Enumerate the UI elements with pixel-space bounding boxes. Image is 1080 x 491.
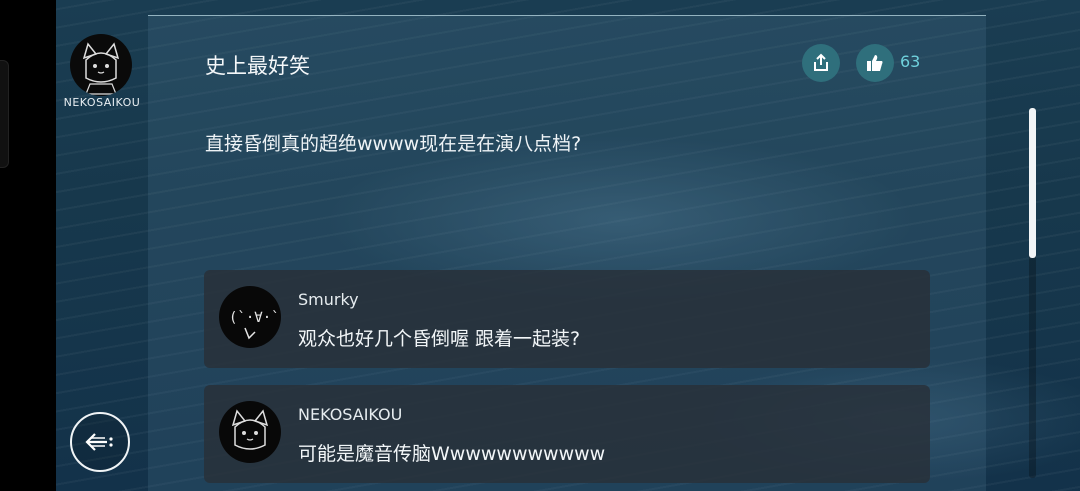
reply-text: 观众也好几个昏倒喔 跟着一起装? [298,328,581,350]
reply-author: NEKOSAIKOU [298,405,403,424]
back-button[interactable] [70,412,130,472]
user-name: NEKOSAIKOU [63,96,141,109]
panel-divider [148,15,986,16]
post-body: 直接昏倒真的超绝wwww现在是在演八点档? [205,133,582,155]
thumbs-up-icon [867,55,883,71]
reply-avatar[interactable]: (`·∀·`) [219,286,281,348]
reply-avatar[interactable] [219,401,281,463]
user-avatar[interactable] [70,34,132,96]
reply-item[interactable]: NEKOSAIKOU 可能是魔音传脑Wwwwwwwwwww [204,385,930,483]
reply-author: Smurky [298,290,359,309]
share-icon [814,53,828,71]
like-count: 63 [900,52,921,71]
share-button[interactable] [802,44,840,82]
svg-text:(`·∀·`): (`·∀·`) [229,310,281,326]
side-handle[interactable] [0,60,9,168]
reply-text: 可能是魔音传脑Wwwwwwwwwww [298,443,606,465]
reply-item[interactable]: (`·∀·`) Smurky 观众也好几个昏倒喔 跟着一起装? [204,270,930,368]
like-button[interactable] [856,44,894,82]
scrollbar-thumb[interactable] [1029,108,1036,258]
post-title: 史上最好笑 [205,54,310,78]
back-arrow-icon [85,433,113,451]
